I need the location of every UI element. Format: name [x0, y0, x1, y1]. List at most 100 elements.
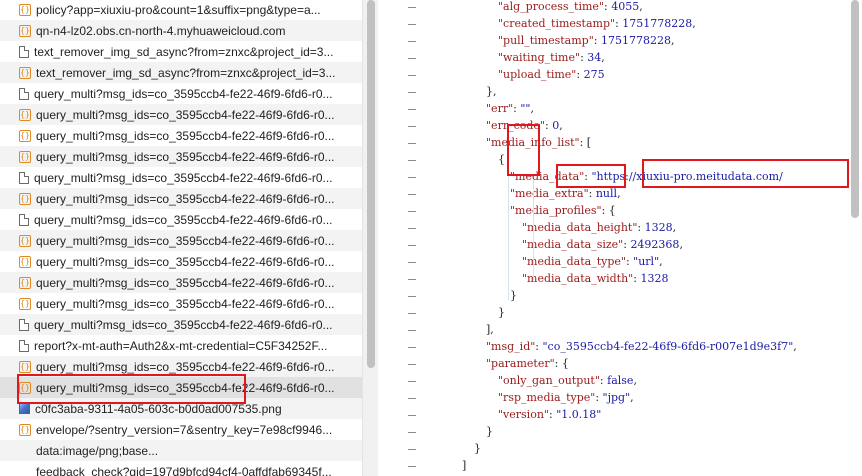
request-row[interactable]: {} query_multi?msg_ids=co_3595ccb4-fe22-4… [0, 251, 362, 272]
gutter-dash [408, 75, 416, 76]
request-name: query_multi?msg_ids=co_3595ccb4-fe22-46f… [36, 233, 335, 248]
gutter-dash [408, 296, 416, 297]
request-row[interactable]: {} query_multi?msg_ids=co_3595ccb4-fe22-4… [0, 125, 362, 146]
json-line: } [474, 440, 481, 457]
gutter-dash [408, 398, 416, 399]
gutter-dash [408, 58, 416, 59]
request-row[interactable]: query_multi?msg_ids=co_3595ccb4-fe22-46f… [0, 167, 362, 188]
json-punctuation: , [670, 34, 675, 47]
braces-icon: {} [19, 255, 31, 268]
request-row[interactable]: c0fc3aba-9311-4a05-603c-b0d0ad007535.png [0, 398, 362, 419]
request-row[interactable]: feedback_check?gid=197d9bfcd94cf4-0affdf… [0, 461, 362, 476]
gutter-dash [408, 228, 416, 229]
json-punctuation: , [617, 187, 621, 200]
json-line: } [510, 287, 517, 304]
request-row[interactable]: {} query_multi?msg_ids=co_3595ccb4-fe22-4… [0, 272, 362, 293]
json-preview-scroll-thumb[interactable] [851, 0, 859, 218]
json-preview-scrollbar[interactable] [848, 0, 862, 476]
request-row[interactable]: {} policy?app=xiuxiu-pro&count=1&suffix=p… [0, 0, 362, 20]
json-value: null [595, 187, 618, 200]
json-line: ] [462, 457, 466, 474]
gutter-dash [408, 24, 416, 25]
braces-icon: {} [19, 234, 31, 247]
json-punctuation: , [633, 374, 637, 387]
request-row[interactable]: text_remover_img_sd_async?from=znxc&proj… [0, 41, 362, 62]
json-key: "upload_time" [498, 68, 577, 81]
json-value: "1.0.18" [556, 408, 602, 421]
request-row[interactable]: {} envelope/?sentry_version=7&sentry_key=… [0, 419, 362, 440]
request-row[interactable]: {} query_multi?msg_ids=co_3595ccb4-fe22-4… [0, 104, 362, 125]
json-key: "media_data_size" [522, 238, 624, 251]
request-name: query_multi?msg_ids=co_3595ccb4-fe22-46f… [34, 212, 333, 227]
gutter-dash [408, 330, 416, 331]
request-list: {} policy?app=xiuxiu-pro&count=1&suffix=p… [0, 0, 362, 476]
json-punctuation: : [576, 68, 584, 81]
json-punctuation: , [630, 391, 634, 404]
request-name: envelope/?sentry_version=7&sentry_key=7e… [36, 422, 333, 437]
json-key: "media_data_width" [522, 272, 634, 285]
gutter-dash [408, 92, 416, 93]
json-line: } [486, 423, 493, 440]
gutter-dash [408, 109, 416, 110]
braces-icon: {} [19, 360, 31, 373]
json-punctuation: : [ [579, 136, 592, 149]
json-value: "https://xiuxiu-pro.meitudata.com/ [591, 170, 783, 183]
gutter-dash [408, 194, 416, 195]
json-key: "only_gan_output" [498, 374, 600, 387]
gutter-dash [408, 313, 416, 314]
request-row[interactable]: {} query_multi?msg_ids=co_3595ccb4-fe22-4… [0, 230, 362, 251]
json-punctuation: : [593, 34, 601, 47]
json-line: "version": "1.0.18" [498, 406, 601, 423]
document-icon [19, 87, 29, 100]
request-row[interactable]: {} query_multi?msg_ids=co_3595ccb4-fe22-4… [0, 293, 362, 314]
gutter-dash [408, 347, 416, 348]
json-key: "media_data_height" [522, 221, 638, 234]
braces-icon: {} [19, 24, 31, 37]
request-row[interactable]: {} query_multi?msg_ids=co_3595ccb4-fe22-4… [0, 356, 362, 377]
json-value: 1751778228 [600, 34, 671, 47]
request-name: query_multi?msg_ids=co_3595ccb4-fe22-46f… [34, 86, 333, 101]
request-row[interactable]: query_multi?msg_ids=co_3595ccb4-fe22-46f… [0, 314, 362, 335]
json-punctuation: , [793, 340, 797, 353]
request-list-scrollbar[interactable] [362, 0, 378, 476]
json-punctuation: ], [486, 323, 494, 336]
json-punctuation: : [637, 221, 645, 234]
request-name: query_multi?msg_ids=co_3595ccb4-fe22-46f… [36, 128, 335, 143]
request-row[interactable]: report?x-mt-auth=Auth2&x-mt-credential=C… [0, 335, 362, 356]
request-row[interactable]: query_multi?msg_ids=co_3595ccb4-fe22-46f… [0, 83, 362, 104]
braces-icon: {} [19, 192, 31, 205]
request-row[interactable]: {} qn-n4-lz02.obs.cn-north-4.myhuaweiclou… [0, 20, 362, 41]
request-list-scroll-thumb[interactable] [367, 0, 375, 368]
json-value: "" [520, 102, 531, 115]
indent-guide [508, 160, 509, 300]
gutter-dash [408, 449, 416, 450]
json-punctuation: , [672, 221, 677, 234]
request-name: query_multi?msg_ids=co_3595ccb4-fe22-46f… [36, 107, 335, 122]
json-line: "waiting_time": 34, [498, 49, 605, 66]
json-punctuation: , [530, 102, 534, 115]
request-name: query_multi?msg_ids=co_3595ccb4-fe22-46f… [36, 359, 335, 374]
json-value: 1328 [640, 272, 669, 285]
request-row[interactable]: {} query_multi?msg_ids=co_3595ccb4-fe22-4… [0, 377, 362, 398]
request-name: query_multi?msg_ids=co_3595ccb4-fe22-46f… [36, 296, 335, 311]
request-row[interactable]: {} text_remover_img_sd_async?from=znxc&pr… [0, 62, 362, 83]
request-row[interactable]: {} query_multi?msg_ids=co_3595ccb4-fe22-4… [0, 146, 362, 167]
request-row[interactable]: {} query_multi?msg_ids=co_3595ccb4-fe22-4… [0, 188, 362, 209]
json-key: "alg_process_time" [498, 0, 604, 13]
request-name: c0fc3aba-9311-4a05-603c-b0d0ad007535.png [35, 401, 282, 416]
request-name: qn-n4-lz02.obs.cn-north-4.myhuaweicloud.… [36, 23, 286, 38]
request-row[interactable]: query_multi?msg_ids=co_3595ccb4-fe22-46f… [0, 209, 362, 230]
gutter-dash [408, 381, 416, 382]
json-key: "pull_timestamp" [498, 34, 594, 47]
json-line: "msg_id": "co_3595ccb4-fe22-46f9-6fd6-r0… [486, 338, 797, 355]
request-row[interactable]: data:image/png;base... [0, 440, 362, 461]
request-name: query_multi?msg_ids=co_3595ccb4-fe22-46f… [34, 317, 333, 332]
gutter-dash [408, 160, 416, 161]
gutter-dash [408, 245, 416, 246]
braces-icon: {} [19, 66, 31, 79]
json-line: } [498, 304, 505, 321]
json-line: "created_timestamp": 1751778228, [498, 15, 696, 32]
json-key: "created_timestamp" [498, 17, 616, 30]
json-key: "waiting_time" [498, 51, 581, 64]
json-key: "media_data" [510, 170, 585, 183]
